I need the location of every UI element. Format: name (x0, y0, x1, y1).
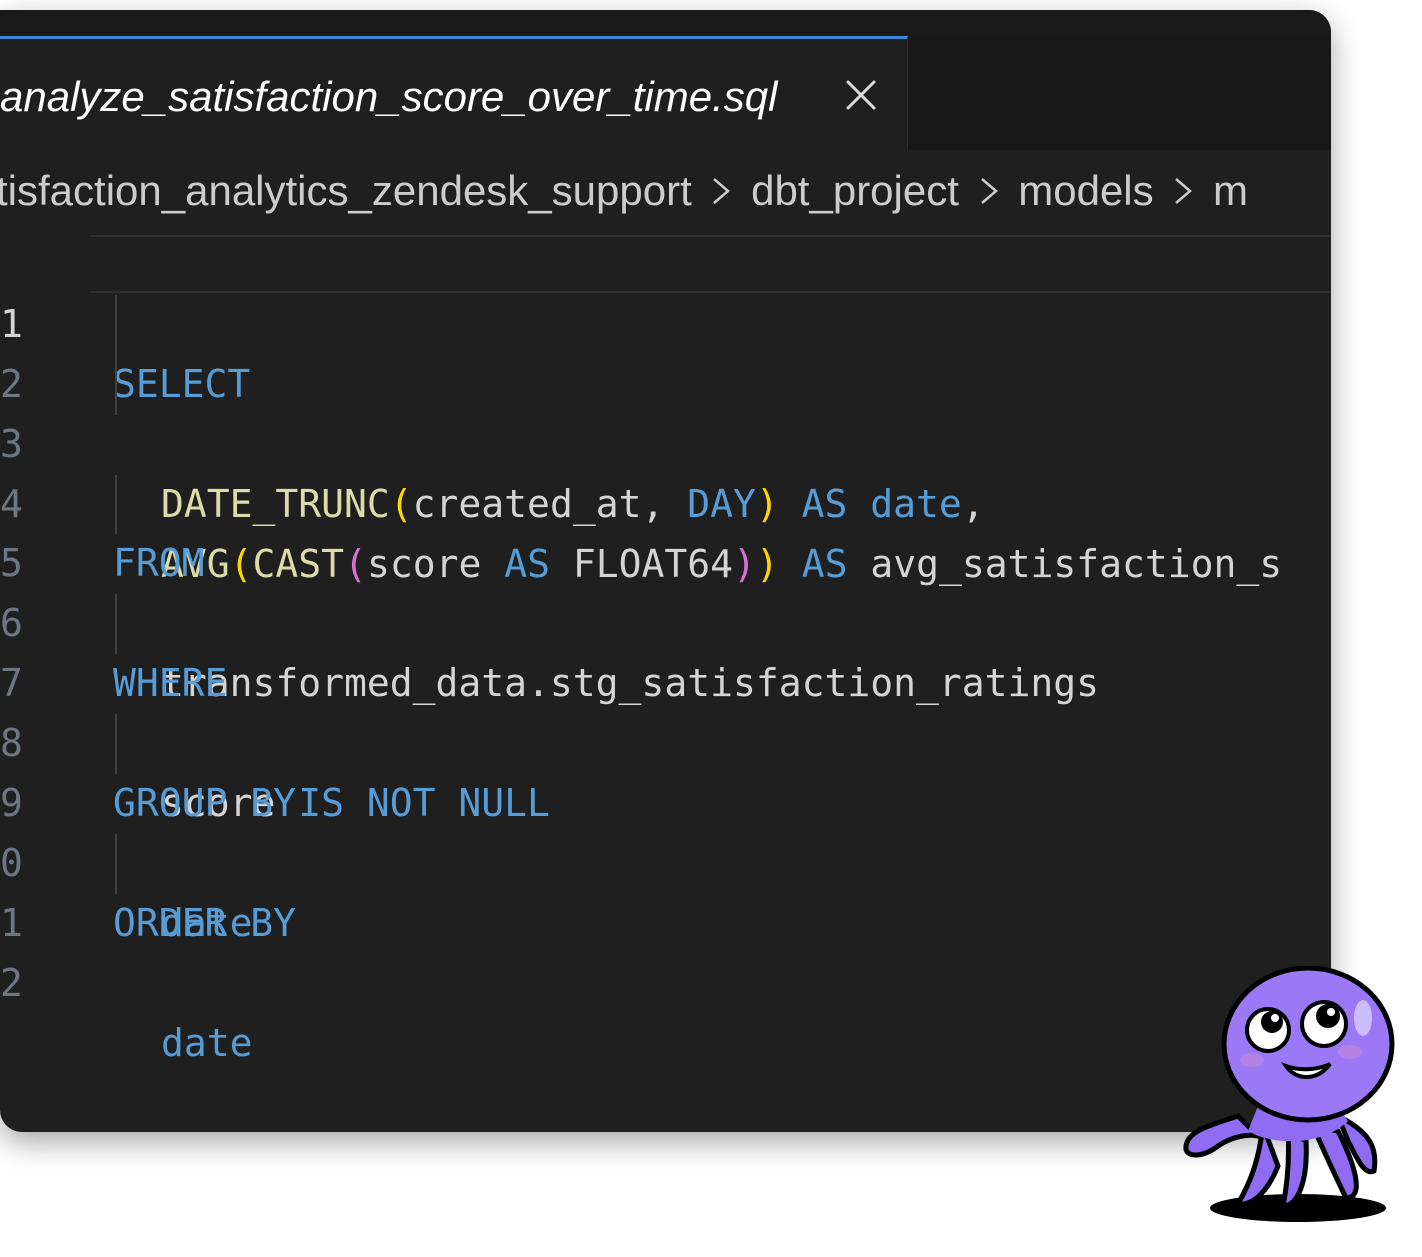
breadcrumb: tisfaction_analytics_zendesk_support dbt… (0, 164, 1248, 224)
editor-window: analyze_satisfaction_score_over_time.sql… (0, 10, 1331, 1132)
breadcrumb-item[interactable]: m (1213, 167, 1248, 215)
code-line[interactable]: 2 (0, 894, 1331, 1005)
indent-guide (115, 294, 117, 355)
code-editor[interactable]: 1 SELECT 2 DATE_TRUNC(created_at, DAY) A… (0, 235, 1331, 1065)
octopus-mascot-icon (1183, 966, 1395, 1222)
keyword-token: date (161, 1020, 253, 1065)
chevron-right-icon (713, 177, 731, 204)
code-line[interactable]: 1 date (0, 833, 1331, 1065)
code-line[interactable]: 7 score IS NOT NULL (0, 594, 1331, 825)
tab-title: analyze_satisfaction_score_over_time.sql (0, 73, 778, 120)
breadcrumb-item[interactable]: dbt_project (751, 167, 959, 215)
breadcrumb-item[interactable]: models (1018, 167, 1153, 215)
code-line[interactable]: 0 ORDER BY (0, 774, 1331, 945)
line-number: 2 (0, 960, 23, 1005)
indent-guide (115, 833, 117, 894)
breadcrumb-item[interactable]: tisfaction_analytics_zendesk_support (0, 167, 692, 215)
title-strip (0, 10, 1331, 36)
editor-tab-active[interactable]: analyze_satisfaction_score_over_time.sql (0, 36, 908, 150)
code-line[interactable]: 5 transformed_data.stg_satisfaction_rati… (0, 474, 1331, 705)
indent-guide (115, 594, 117, 655)
close-icon[interactable] (843, 77, 879, 113)
code-line[interactable]: 3 AVG(CAST(score AS FLOAT64)) AS avg_sat… (0, 354, 1331, 586)
code-line[interactable]: 8 GROUP BY (0, 654, 1331, 825)
code-line[interactable]: 1 SELECT (0, 235, 1331, 406)
tab-bar: analyze_satisfaction_score_over_time.sql (0, 36, 1331, 150)
code-line[interactable]: 9 date (0, 714, 1331, 945)
code-line[interactable]: 6 WHERE (0, 534, 1331, 705)
chevron-right-icon (1175, 177, 1193, 204)
indent-guide (115, 354, 117, 415)
chevron-right-icon (980, 177, 998, 204)
code-line[interactable]: 2 DATE_TRUNC(created_at, DAY) AS date, (0, 294, 1331, 526)
code-line[interactable]: 4 FROM (0, 415, 1331, 586)
indent-guide (115, 714, 117, 775)
indent-guide (115, 474, 117, 535)
